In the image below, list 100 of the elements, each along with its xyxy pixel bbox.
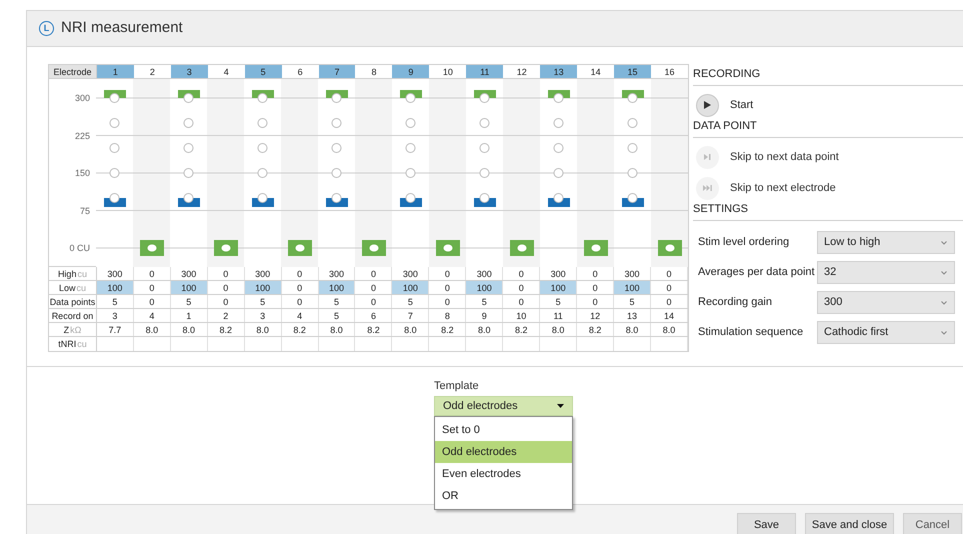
window-title: NRI measurement <box>61 18 183 38</box>
skip-forward-icon <box>703 185 712 191</box>
axis-label: 300 <box>74 93 90 103</box>
zero-level-marker[interactable] <box>140 240 164 256</box>
footer-button[interactable]: Save <box>737 513 796 534</box>
data-point-marker[interactable] <box>258 193 268 203</box>
data-point-marker[interactable] <box>406 93 416 103</box>
table-cell: 100 <box>96 281 134 294</box>
electrode-header[interactable]: 7 <box>318 65 356 78</box>
table-cell: 5 <box>318 309 356 322</box>
template-dropdown[interactable]: Odd electrodes <box>434 396 573 416</box>
table-cell: 8.0 <box>244 323 282 336</box>
footer-button[interactable]: Cancel <box>903 513 962 534</box>
data-point-marker[interactable] <box>480 93 490 103</box>
data-point-marker[interactable] <box>258 168 268 178</box>
caret-icon <box>557 404 564 408</box>
electrode-header[interactable]: 9 <box>392 65 430 78</box>
setting-dropdown[interactable]: Cathodic first <box>817 321 955 344</box>
menu-item[interactable]: Even electrodes <box>435 463 572 485</box>
table-cell: 0 <box>282 295 319 308</box>
data-point-marker[interactable] <box>110 168 120 178</box>
data-point-marker[interactable] <box>554 93 564 103</box>
data-point-marker[interactable] <box>258 143 268 153</box>
action-button[interactable]: Start <box>696 94 754 116</box>
data-point-marker[interactable] <box>628 168 638 178</box>
data-point-marker[interactable] <box>480 118 490 128</box>
setting-label: Averages per data point <box>697 265 816 280</box>
data-point-marker[interactable] <box>406 118 416 128</box>
table-cell: 300 <box>244 267 282 280</box>
data-point-marker[interactable] <box>332 168 342 178</box>
skip-icon <box>704 154 711 160</box>
data-point-marker[interactable] <box>554 193 564 203</box>
table-cell: 3 <box>244 309 282 322</box>
setting-label: Stimulation sequence <box>697 325 804 340</box>
data-point-marker[interactable] <box>480 143 490 153</box>
table-cell: 300 <box>318 267 356 280</box>
zero-level-marker[interactable] <box>436 240 460 256</box>
data-point-marker[interactable] <box>554 168 564 178</box>
data-point-marker[interactable] <box>628 193 638 203</box>
data-point-marker[interactable] <box>184 93 194 103</box>
data-point-marker[interactable] <box>184 143 194 153</box>
data-point-marker[interactable] <box>184 193 194 203</box>
data-point-marker[interactable] <box>184 118 194 128</box>
menu-item[interactable]: Set to 0 <box>435 419 572 441</box>
data-point-marker[interactable] <box>110 143 120 153</box>
chevron-icon <box>941 270 947 274</box>
electrode-header[interactable]: 11 <box>466 65 504 78</box>
data-point-marker[interactable] <box>628 143 638 153</box>
table-cell: 100 <box>392 281 430 294</box>
data-point-marker[interactable] <box>258 93 268 103</box>
table-cell: 100 <box>318 281 356 294</box>
menu-item[interactable]: Odd electrodes <box>435 441 572 463</box>
data-point-marker[interactable] <box>406 168 416 178</box>
table-cell: 100 <box>244 281 282 294</box>
data-point-marker[interactable] <box>110 193 120 203</box>
table-cell: 100 <box>540 281 578 294</box>
electrode-header[interactable]: 1 <box>96 65 134 78</box>
data-point-marker[interactable] <box>406 193 416 203</box>
window-icon: L <box>39 21 54 36</box>
data-point-marker[interactable] <box>628 93 638 103</box>
setting-dropdown[interactable]: 300 <box>817 291 955 314</box>
zero-level-marker[interactable] <box>214 240 238 256</box>
menu-item[interactable]: OR <box>435 485 572 507</box>
data-point-marker[interactable] <box>554 143 564 153</box>
footer-button[interactable]: Save and close <box>805 513 894 534</box>
data-point-marker[interactable] <box>332 143 342 153</box>
electrode-header[interactable]: 3 <box>170 65 208 78</box>
chevron-icon <box>941 300 947 304</box>
data-point-marker[interactable] <box>110 93 120 103</box>
setting-dropdown[interactable]: 32 <box>817 261 955 284</box>
electrode-header[interactable]: 5 <box>244 65 282 78</box>
template-label: Template <box>434 379 480 393</box>
data-point-marker[interactable] <box>480 168 490 178</box>
data-point-marker[interactable] <box>110 118 120 128</box>
axis-label: 225 <box>74 130 90 140</box>
data-point-marker[interactable] <box>480 193 490 203</box>
table-cell: 100 <box>466 281 504 294</box>
column-header: Electrode <box>49 65 97 78</box>
setting-dropdown[interactable]: Low to high <box>817 231 955 254</box>
zero-level-marker[interactable] <box>584 240 608 256</box>
data-point-marker[interactable] <box>258 118 268 128</box>
data-point-marker[interactable] <box>184 168 194 178</box>
data-point-marker[interactable] <box>332 193 342 203</box>
data-point-marker[interactable] <box>554 118 564 128</box>
data-point-marker[interactable] <box>628 118 638 128</box>
zero-level-marker[interactable] <box>658 240 682 256</box>
data-point-marker[interactable] <box>406 143 416 153</box>
zero-level-marker[interactable] <box>510 240 534 256</box>
electrode-header[interactable]: 15 <box>614 65 651 78</box>
table-cell: 0 <box>208 267 245 280</box>
data-point-marker[interactable] <box>332 118 342 128</box>
chevron-icon <box>941 240 947 244</box>
section-heading: RECORDING <box>693 67 963 86</box>
data-point-marker[interactable] <box>332 93 342 103</box>
zero-level-marker[interactable] <box>288 240 312 256</box>
play-icon <box>704 101 711 109</box>
zero-level-marker[interactable] <box>362 240 386 256</box>
table-cell: 8.0 <box>318 323 356 336</box>
chevron-icon <box>941 330 947 334</box>
electrode-header[interactable]: 13 <box>540 65 578 78</box>
